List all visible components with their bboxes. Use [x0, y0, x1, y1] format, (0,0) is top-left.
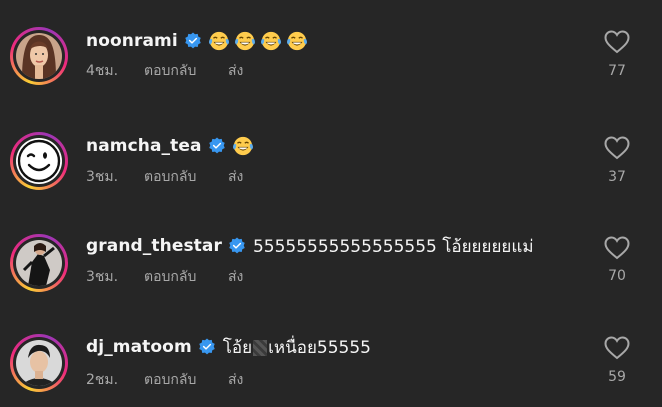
verified-badge-icon: [229, 237, 245, 254]
comment-body: dj_matoom โอ้ย เหนื่อย55555: [86, 334, 371, 360]
comment-body: namcha_tea: [86, 133, 254, 159]
comment-text: โอ้ย เหนื่อย55555: [223, 334, 371, 361]
send-button[interactable]: ส่ง: [228, 166, 243, 188]
comment-text: 55555555555555555 โอ้ยยยยยแม่: [252, 236, 534, 257]
reply-button[interactable]: ตอบกลับ: [144, 166, 228, 188]
username[interactable]: namcha_tea: [86, 136, 202, 156]
comment-body: grand_thestar 55555555555555555 โอ้ยยยยย…: [86, 233, 534, 259]
avatar-story-ring[interactable]: [10, 234, 68, 292]
like-count: 70: [608, 268, 626, 284]
like-count: 59: [608, 369, 626, 385]
avatar: [16, 240, 62, 286]
heart-icon[interactable]: [604, 136, 630, 160]
emoji-group: [232, 135, 254, 157]
avatar: [16, 138, 62, 184]
timestamp: 2ชม.: [86, 372, 119, 388]
verified-badge-icon: [208, 137, 225, 154]
comment-meta: 3ชม. ตอบกลับ ส่ง: [86, 167, 243, 187]
heart-icon[interactable]: [604, 236, 630, 260]
avatar-story-ring[interactable]: [10, 334, 68, 392]
reply-button[interactable]: ตอบกลับ: [144, 369, 228, 391]
username[interactable]: dj_matoom: [86, 337, 192, 357]
censored-word: [253, 339, 268, 356]
reply-button[interactable]: ตอบกลับ: [144, 266, 228, 288]
comment-text-end: เหนื่อย55555: [268, 337, 371, 358]
comment-item: dj_matoom โอ้ย เหนื่อย55555 2ชม. ตอบกลับ …: [0, 0, 662, 392]
comment-meta: 2ชม. ตอบกลับ ส่ง: [86, 370, 243, 390]
timestamp: 3ชม.: [86, 169, 119, 185]
comment-text-start: โอ้ย: [222, 337, 253, 358]
heart-icon[interactable]: [604, 336, 630, 360]
like-count: 37: [608, 169, 626, 185]
avatar: [16, 340, 62, 386]
username[interactable]: grand_thestar: [86, 236, 222, 256]
send-button[interactable]: ส่ง: [228, 369, 243, 391]
send-button[interactable]: ส่ง: [228, 266, 243, 288]
comment-meta: 3ชม. ตอบกลับ ส่ง: [86, 267, 243, 287]
face-with-tears-of-joy-icon: [232, 136, 253, 156]
avatar-story-ring[interactable]: [10, 132, 68, 190]
verified-badge-icon: [199, 338, 215, 355]
timestamp: 3ชม.: [86, 269, 119, 285]
